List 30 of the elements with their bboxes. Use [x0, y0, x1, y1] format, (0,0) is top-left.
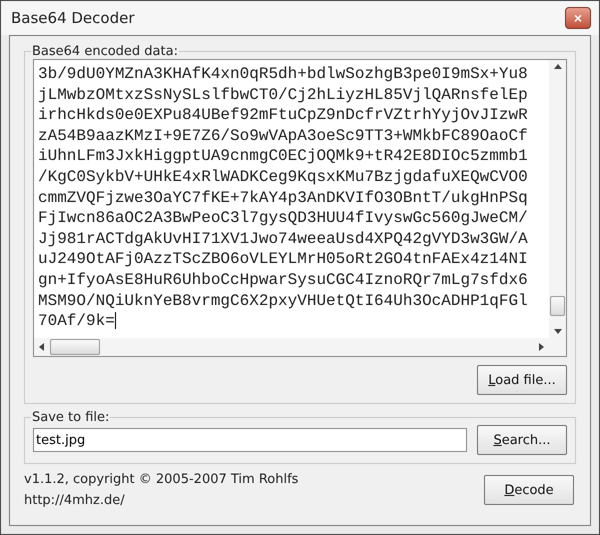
search-button[interactable]: Search... — [477, 425, 567, 455]
scroll-right-icon[interactable] — [539, 343, 545, 351]
text-line: uJ249OtAFj0AzzTScZBO6oVLEYLMrH05oRt2GO4tnFAEx4z14NI — [38, 249, 529, 270]
text-line: irhcHkds0e0EXPu84UBef92mFtuCpZ9nDcfrVZtrhYyjOvJIzwR — [38, 105, 529, 126]
scroll-up-icon[interactable] — [554, 63, 562, 69]
text-line: gn+IfyoAsE8HuR6UhboCcHpwarSysuCGC4IznoRQr7mLg7sfdx6 — [38, 270, 529, 291]
group-label: Save to file: — [31, 410, 110, 425]
group-label: Base64 encoded data: — [31, 44, 179, 59]
decode-button[interactable]: Decode — [484, 475, 574, 505]
encoded-text-area[interactable] — [33, 59, 567, 357]
text-line: FjIwcn86aOC2A3BwPeoC3l7gysQD3HUU4fIvyswGc560gJweCM/ — [38, 208, 529, 229]
text-line: 3b/9dU0YMZnA3KHAfK4xn0qR5dh+bdlwSozhgB3pe0I9mSx+Yu8 — [38, 64, 529, 85]
text-line: Jj981rACTdgAkUvHI71XV1Jwo74weeaUsd4XPQ42gVYD3w3GW/A — [38, 228, 529, 250]
text-caret — [114, 312, 116, 330]
text-line: /KgC0SykbV+UHkE4xRlWADKCeg9KqsxKMu7BzjgdafuXEQwCVO0 — [38, 166, 529, 188]
scroll-thumb[interactable] — [50, 339, 100, 355]
copyright-text: v1.1.2, copyright © 2005-2007 Tim Rohlfs — [24, 472, 298, 487]
text-line: MSM9O/NQiUknYeB8vrmgC6X2pxyVHUetQtI64Uh3OcADHP1qFGl — [38, 290, 529, 312]
website-link[interactable]: http://4mhz.de/ — [24, 493, 298, 508]
text-line: jLMwbzOMtxzSsNySLslfbwCT0/Cj2hLiyzHL85VjlQARnsfelEp — [38, 84, 529, 106]
scroll-down-icon[interactable] — [554, 329, 562, 335]
file-path-field[interactable]: test.jpg — [33, 428, 467, 452]
load-file-button[interactable]: Load file... — [477, 365, 567, 395]
scroll-left-icon[interactable] — [38, 343, 44, 351]
text-line: iUhnLFm3JxkHiggptUA9cnmgC0ECjOQMk9+tR42E8DIOc5zmmb1 — [38, 146, 529, 167]
text-line: cmmZVQFjzwe3OaYC7fKE+7kAY4p3AnDKVIfO3OBntT/ukgHnPSq — [38, 188, 529, 208]
text-line: 70Af/9k= — [38, 311, 117, 332]
scroll-thumb[interactable] — [550, 296, 565, 316]
text-line: zA54B9aazKMzI+9E7Z6/So9wVApA3oeSc9TT3+WMkbFC89OaoCf — [38, 126, 529, 146]
window-title: Base64 Decoder — [11, 9, 135, 27]
